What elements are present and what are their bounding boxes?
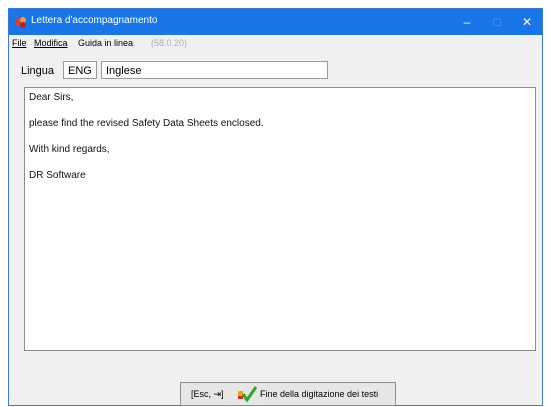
language-name-field[interactable]: Inglese: [101, 61, 328, 79]
app-window: Lettera d'accompagnamento – □ ✕ File Mod…: [8, 8, 543, 406]
letter-line: DR Software: [29, 170, 86, 181]
letter-line: Dear Sirs,: [29, 92, 74, 103]
menu-modifica-label: Modifica: [34, 38, 68, 48]
finish-typing-button[interactable]: [Esc, ⇥] Fine della digitazione dei test…: [180, 382, 396, 406]
language-row: Lingua ENG Inglese: [9, 59, 542, 83]
close-button[interactable]: ✕: [512, 9, 542, 35]
version-label: (58.0.20): [151, 38, 188, 48]
esc-shortcut-label: [Esc, ⇥]: [191, 389, 224, 399]
minimize-button[interactable]: –: [452, 9, 482, 35]
window-title: Lettera d'accompagnamento: [31, 15, 158, 26]
language-label: Lingua: [21, 65, 55, 77]
menu-guida-label: Guida in linea: [78, 38, 134, 48]
menu-bar: File Modifica Guida in linea (58.0.20): [9, 35, 542, 53]
finish-typing-label: Fine della digitazione dei testi: [260, 389, 379, 399]
menu-guida[interactable]: Guida in linea: [78, 38, 133, 48]
app-logo-icon: [15, 17, 26, 28]
letter-line: With kind regards,: [29, 144, 110, 155]
menu-file-label: File: [12, 38, 27, 48]
checkmark-icon: [238, 386, 257, 402]
title-bar[interactable]: Lettera d'accompagnamento – □ ✕: [9, 9, 542, 35]
menu-file[interactable]: File: [12, 38, 27, 48]
language-code-field[interactable]: ENG: [63, 61, 97, 79]
menu-modifica[interactable]: Modifica: [34, 38, 68, 48]
maximize-button[interactable]: □: [482, 9, 512, 35]
letter-line: please find the revised Safety Data Shee…: [29, 118, 264, 129]
letter-text-area[interactable]: Dear Sirs, please find the revised Safet…: [24, 87, 536, 351]
